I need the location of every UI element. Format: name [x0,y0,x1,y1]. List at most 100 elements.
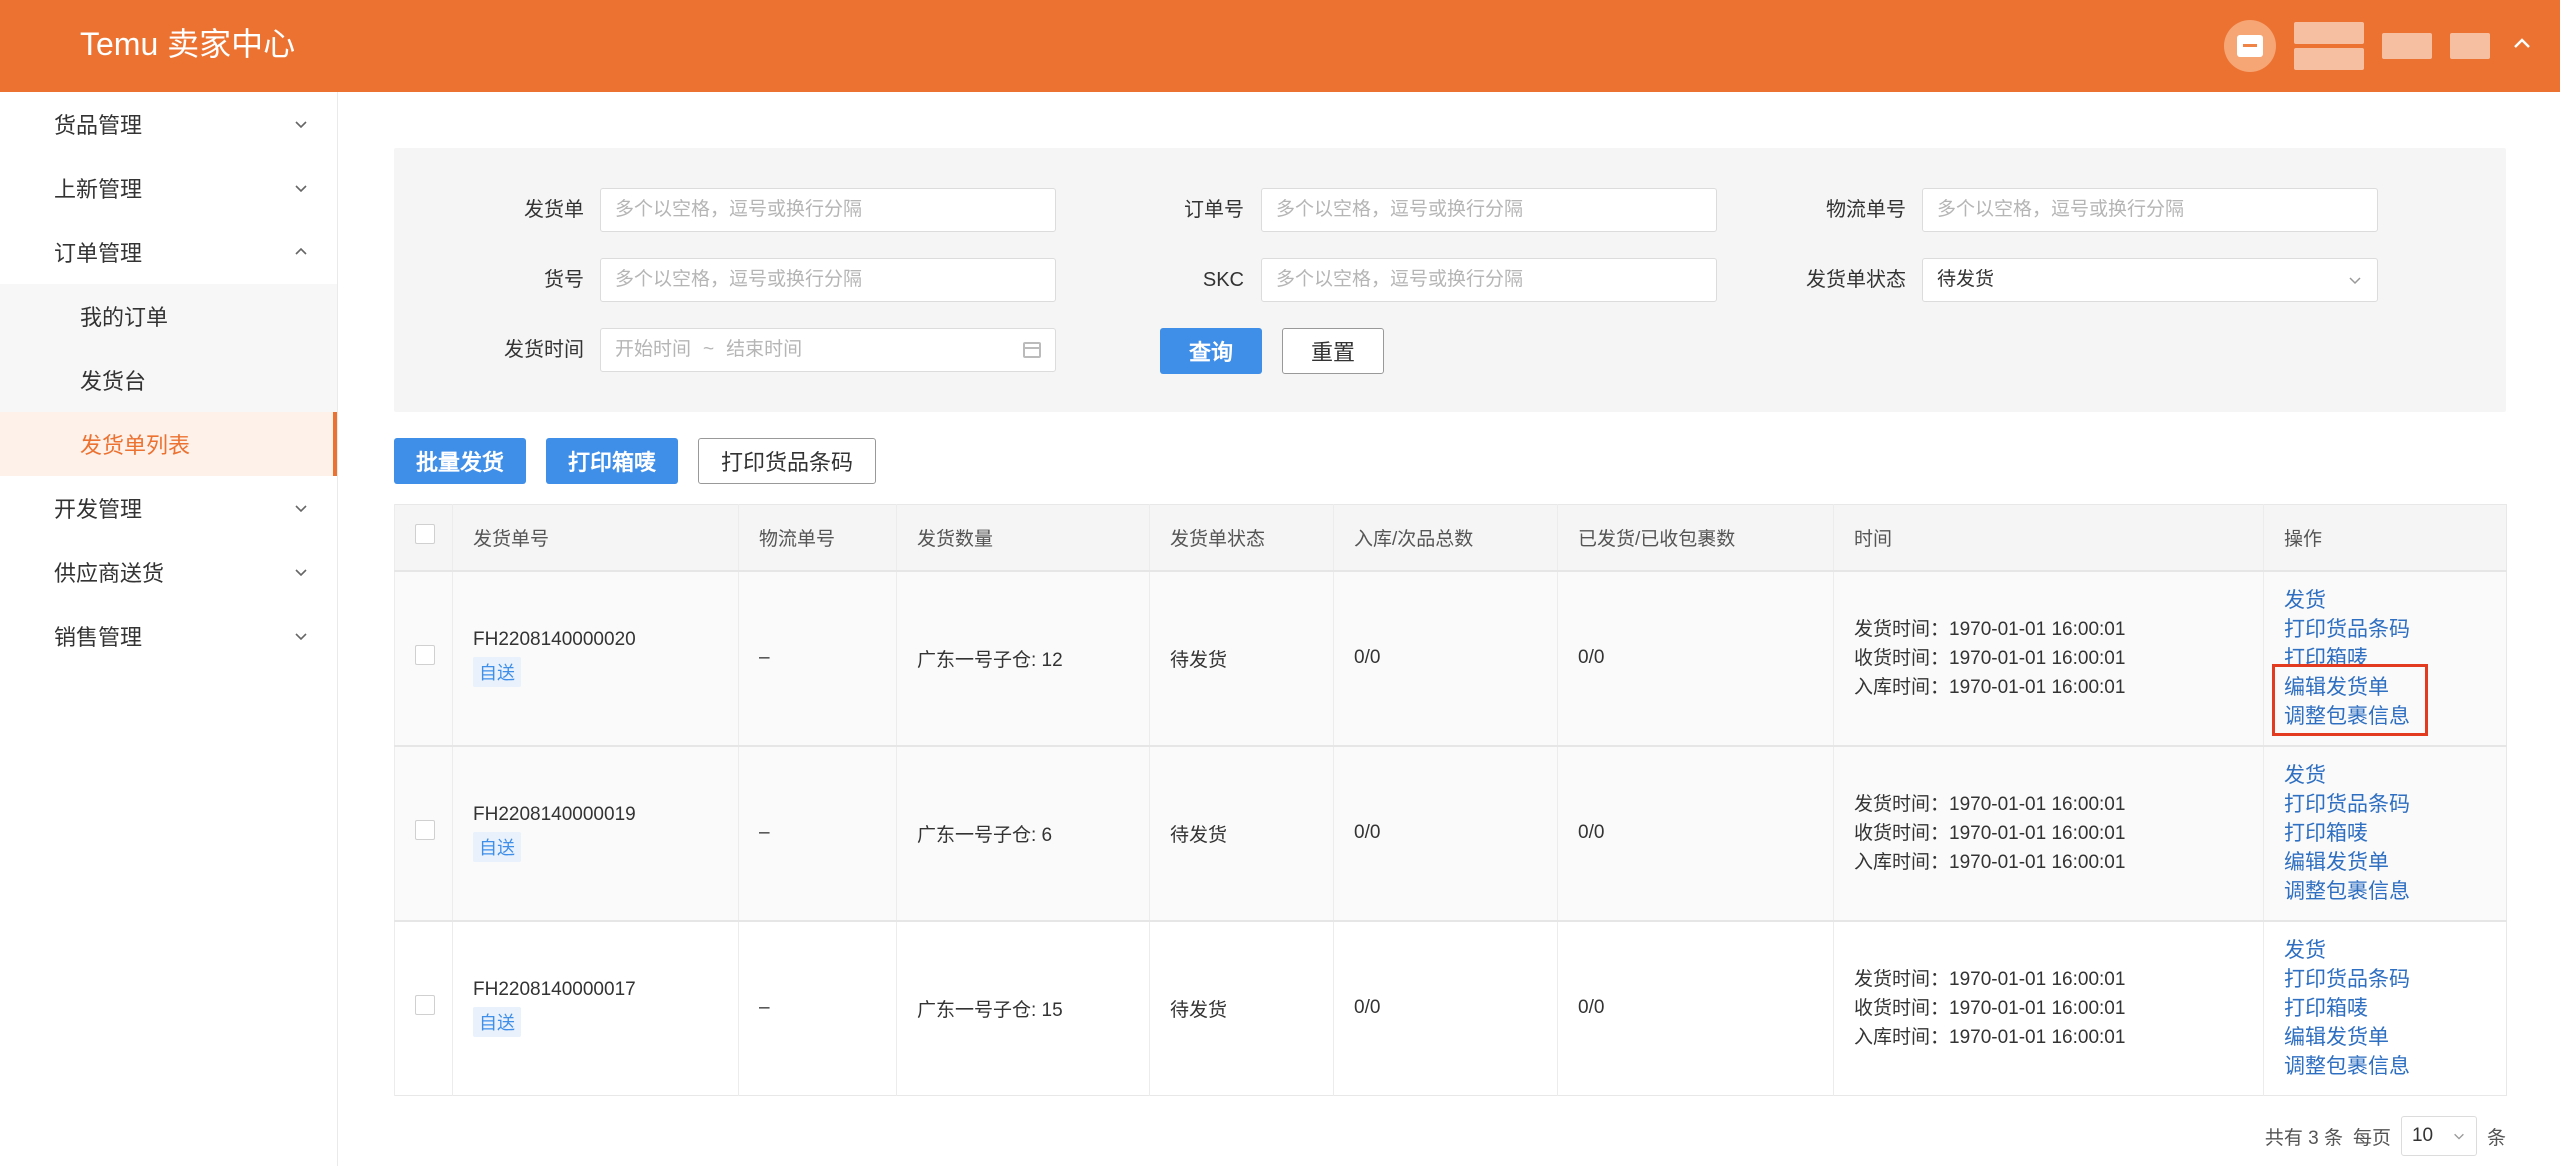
receive-time: 收货时间：1970-01-01 16:00:01 [1854,647,2126,669]
edit-shipment-link[interactable]: 编辑发货单 [2284,1023,2506,1052]
chevron-down-icon [295,633,307,641]
sidebar-item-development[interactable]: 开发管理 [0,476,337,540]
row-checkbox[interactable] [415,645,435,665]
print-barcode-link[interactable]: 打印货品条码 [2284,615,2506,644]
shipment-status: 待发货 [1149,919,1334,1096]
batch-ship-button[interactable]: 批量发货 [394,438,526,484]
shipped-received-count: 0/0 [1557,919,1834,1096]
redacted-info [2382,33,2432,59]
inbound-time: 入库时间：1970-01-01 16:00:01 [1854,851,2126,873]
select-all-cell[interactable] [394,504,453,571]
chevron-down-icon [2349,277,2361,285]
total-count: 共有 3 条 [2264,1127,2343,1149]
sidebar-item-label: 订单管理 [54,241,143,266]
table-row: FH2208140000020 自送 – 广东一号子仓: 12 待发货 0/0 0… [394,569,2507,746]
ship-link[interactable]: 发货 [2284,936,2506,965]
operations-cell: 发货 打印货品条码 打印箱唛 编辑发货单 调整包裹信息 [2263,744,2507,921]
inbound-time: 入库时间：1970-01-01 16:00:01 [1854,676,2126,698]
shipment-no: FH2208140000020 [473,629,636,650]
time-cell: 发货时间：1970-01-01 16:00:01 收货时间：1970-01-01… [1833,919,2264,1096]
highlight-annotation-box [2272,664,2428,736]
start-time-placeholder: 开始时间 [615,339,692,360]
ship-time-range-picker[interactable]: 开始时间 ~ 结束时间 [600,328,1056,372]
inbound-time: 入库时间：1970-01-01 16:00:01 [1854,1026,2126,1048]
sidebar-subitem-shipping-desk[interactable]: 发货台 [0,348,337,412]
ship-quantity: 广东一号子仓: 6 [896,744,1150,921]
row-checkbox[interactable] [415,995,435,1016]
edit-shipment-link[interactable]: 编辑发货单 [2284,848,2506,877]
column-header: 入库/次品总数 [1333,504,1558,571]
column-header: 物流单号 [738,504,897,571]
inbound-defect-count: 0/0 [1333,569,1558,746]
select-all-checkbox[interactable] [415,524,435,545]
column-header: 发货数量 [896,504,1150,571]
sidebar-item-sales[interactable]: 销售管理 [0,604,337,668]
print-barcode-link[interactable]: 打印货品条码 [2284,965,2506,994]
chevron-down-icon [2454,1133,2464,1140]
sidebar-item-label: 上新管理 [54,177,143,202]
status-select[interactable]: 待发货 [1922,258,2378,302]
status-select-value: 待发货 [1937,269,1995,290]
sidebar-subitem-shipment-list[interactable]: 发货单列表 [0,412,337,476]
column-header: 发货单状态 [1149,504,1334,571]
sidebar-subitem-my-orders[interactable]: 我的订单 [0,284,337,348]
ship-time: 发货时间：1970-01-01 16:00:01 [1854,793,2126,815]
time-cell: 发货时间：1970-01-01 16:00:01 收货时间：1970-01-01… [1833,569,2264,746]
sidebar-item-new-listing[interactable]: 上新管理 [0,156,337,220]
user-area[interactable] [2224,16,2536,76]
skc-input[interactable] [1261,258,1717,302]
logistics-no-label: 物流单号 [1826,199,1906,221]
ship-link[interactable]: 发货 [2284,586,2506,615]
print-box-label-link[interactable]: 打印箱唛 [2284,994,2506,1023]
chevron-down-icon [295,505,307,513]
filter-panel: 发货单 订单号 物流单号 货号 SKC 发货单状态 待发货 发货时间 开始时间 … [394,148,2506,412]
chevron-up-icon[interactable] [2508,32,2536,60]
print-barcode-button[interactable]: 打印货品条码 [698,438,876,484]
ship-quantity: 广东一号子仓: 12 [896,569,1150,746]
sidebar-item-orders[interactable]: 订单管理 [0,220,337,284]
inbound-defect-count: 0/0 [1333,744,1558,921]
reset-button[interactable]: 重置 [1282,328,1384,374]
order-no-label: 订单号 [1184,199,1244,221]
redacted-icon [2450,33,2490,59]
shipment-no-input[interactable] [600,188,1056,232]
pagination: 共有 3 条 每页 10 条 [2265,1114,2506,1158]
page-size-value: 10 [2411,1125,2434,1146]
shipped-received-count: 0/0 [1557,744,1834,921]
shipment-no: FH2208140000019 [473,804,636,825]
logistics-no-input[interactable] [1922,188,2378,232]
print-box-label-button[interactable]: 打印箱唛 [546,438,678,484]
print-box-label-link[interactable]: 打印箱唛 [2284,819,2506,848]
page-unit: 条 [2486,1127,2506,1149]
store-avatar-icon[interactable] [2224,20,2276,72]
sidebar-item-label: 销售管理 [54,625,143,650]
sidebar-item-supplier-delivery[interactable]: 供应商送货 [0,540,337,604]
adjust-package-link[interactable]: 调整包裹信息 [2284,1052,2506,1081]
chevron-up-icon [295,247,307,255]
item-no-input[interactable] [600,258,1056,302]
receive-time: 收货时间：1970-01-01 16:00:01 [1854,997,2126,1019]
sidebar-item-goods[interactable]: 货品管理 [0,92,337,156]
print-barcode-link[interactable]: 打印货品条码 [2284,790,2506,819]
column-header: 发货单号 [452,504,739,571]
ship-quantity: 广东一号子仓: 15 [896,919,1150,1096]
logistics-no: – [738,569,897,746]
query-button[interactable]: 查询 [1160,328,1262,374]
shipped-received-count: 0/0 [1557,569,1834,746]
adjust-package-link[interactable]: 调整包裹信息 [2284,877,2506,906]
order-no-input[interactable] [1261,188,1717,232]
redacted-username [2294,22,2364,70]
receive-time: 收货时间：1970-01-01 16:00:01 [1854,822,2126,844]
row-checkbox[interactable] [415,820,435,840]
shipment-table: 发货单号 物流单号 发货数量 发货单状态 入库/次品总数 已发货/已收包裹数 时… [394,504,2507,1096]
sidebar: 货品管理 上新管理 订单管理 我的订单 发货台 发货单列表 开发管理 供应商送货… [0,92,338,1166]
brand-title[interactable]: Temu 卖家中心 [80,22,295,66]
logistics-no: – [738,744,897,921]
page-size-select[interactable]: 10 [2400,1116,2477,1156]
end-time-placeholder: 结束时间 [726,339,803,360]
ship-time: 发货时间：1970-01-01 16:00:01 [1854,618,2126,640]
top-header: Temu 卖家中心 [0,0,2560,92]
range-separator: ~ [703,339,715,360]
delivery-type-badge: 自送 [473,832,521,862]
ship-link[interactable]: 发货 [2284,761,2506,790]
